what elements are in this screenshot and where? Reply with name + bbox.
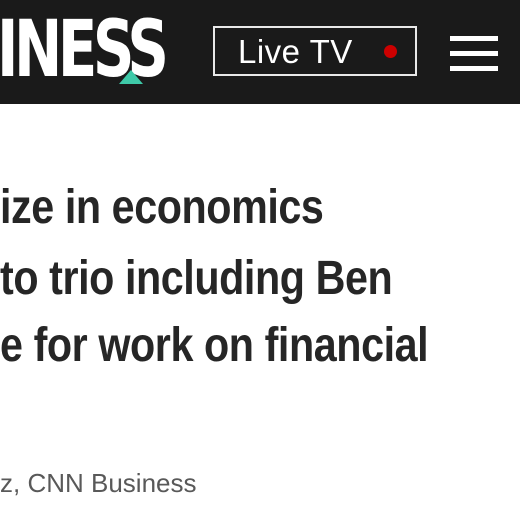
live-tv-button[interactable]: Live TV [213, 26, 417, 76]
headline-line-1: ize in economics [0, 181, 324, 234]
logo-triangle-icon [119, 70, 143, 84]
menu-bar [450, 66, 498, 71]
site-header: INESS Live TV [0, 0, 520, 104]
live-tv-label: Live TV [238, 33, 353, 70]
live-indicator-dot-icon [384, 45, 397, 58]
article-byline: z, CNN Business [0, 468, 197, 498]
headline-line-3: e for work on financial [0, 319, 429, 372]
menu-bar [450, 36, 498, 41]
page: INESS Live TV ize in economics to trio i… [0, 0, 520, 520]
menu-bar [450, 51, 498, 56]
hamburger-menu-icon[interactable] [450, 36, 498, 72]
headline-line-2: to trio including Ben [0, 252, 393, 305]
